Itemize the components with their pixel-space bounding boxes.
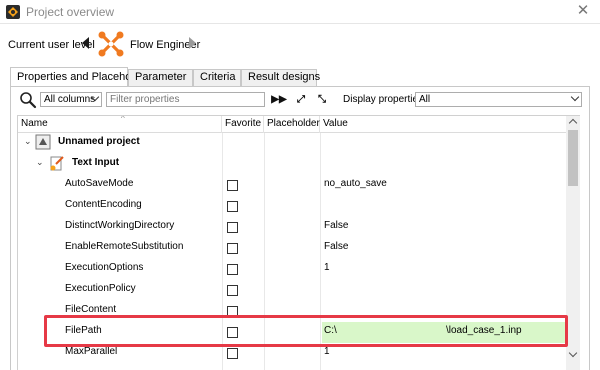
scrollbar-thumb[interactable] [568, 130, 578, 186]
chevron-down-icon[interactable]: ⌄ [36, 158, 44, 167]
project-icon [34, 133, 52, 151]
column-header-placeholder[interactable]: Placeholder [264, 116, 320, 133]
property-name: ContentEncoding [65, 199, 142, 210]
scroll-up-icon[interactable] [568, 118, 578, 128]
columns-select-value: All columns [44, 94, 96, 105]
tree-row-node[interactable]: ⌄ Text Input [18, 154, 567, 175]
close-button[interactable]: ✕ [574, 2, 592, 20]
favorite-checkbox[interactable] [227, 264, 238, 275]
favorite-checkbox[interactable] [227, 348, 238, 359]
property-name: AutoSaveMode [65, 178, 134, 189]
project-label: Unnamed project [58, 136, 140, 147]
chevron-down-icon[interactable]: ⌄ [24, 137, 32, 146]
text-input-node-icon [48, 154, 66, 172]
property-row[interactable]: ExecutionOptions 1 [18, 259, 567, 280]
tab-result-designs[interactable]: Result designs [241, 69, 320, 86]
columns-select[interactable]: All columns [40, 92, 102, 107]
window-title: Project overview [26, 5, 115, 19]
display-properties-value: All [419, 94, 431, 105]
user-level-bar: Current user level Flow Engineer [0, 25, 600, 63]
property-row[interactable]: AutoSaveMode no_auto_save [18, 175, 567, 196]
chevron-down-icon [570, 92, 580, 102]
collapse-all-icon[interactable]: ⤡ [314, 92, 330, 107]
property-value[interactable]: 1 [324, 346, 330, 357]
property-value[interactable]: no_auto_save [324, 178, 387, 189]
property-name: ExecutionOptions [65, 262, 144, 273]
scroll-down-icon[interactable] [568, 348, 578, 358]
app-logo-icon [6, 5, 20, 19]
favorite-checkbox[interactable] [227, 285, 238, 296]
previous-level-button[interactable] [82, 37, 89, 49]
grid-header: ^ Name Favorite Placeholder Value [18, 116, 567, 133]
column-header-value[interactable]: Value [320, 116, 567, 133]
filter-properties-input[interactable] [106, 92, 265, 107]
tab-properties-and-placeholders[interactable]: Properties and Placeholders [10, 67, 155, 87]
property-value[interactable]: 1 [324, 262, 330, 273]
property-name: FileContent [65, 304, 117, 315]
property-name: DistinctWorkingDirectory [65, 220, 175, 231]
next-level-button[interactable] [189, 37, 196, 49]
wrench-cross-icon [96, 29, 126, 59]
column-header-name[interactable]: Name [18, 116, 222, 133]
favorite-checkbox[interactable] [227, 243, 238, 254]
expand-button[interactable]: ▶▶ [271, 92, 287, 107]
property-row[interactable]: ExecutionPolicy [18, 280, 567, 301]
property-row[interactable]: DistinctWorkingDirectory False [18, 217, 567, 238]
vertical-scrollbar[interactable] [566, 116, 580, 370]
search-icon [19, 91, 37, 109]
property-value[interactable]: False [324, 220, 348, 231]
display-properties-select[interactable]: All [415, 92, 582, 107]
title-bar: Project overview ✕ [0, 0, 600, 24]
display-properties-label: Display properties: [343, 94, 426, 105]
node-label: Text Input [72, 157, 120, 168]
tab-criteria[interactable]: Criteria [193, 69, 241, 86]
annotation-highlight-box [44, 315, 568, 347]
property-row[interactable]: EnableRemoteSubstitution False [18, 238, 567, 259]
favorite-checkbox[interactable] [227, 180, 238, 191]
property-value[interactable]: False [324, 241, 348, 252]
favorite-checkbox[interactable] [227, 201, 238, 212]
property-name: EnableRemoteSubstitution [65, 241, 184, 252]
favorite-checkbox[interactable] [227, 222, 238, 233]
property-name: ExecutionPolicy [65, 283, 136, 294]
expand-all-icon[interactable]: ⤢ [293, 92, 309, 107]
property-name: MaxParallel [65, 346, 118, 357]
tree-row-project[interactable]: ⌄ Unnamed project [18, 133, 567, 154]
column-header-favorite[interactable]: Favorite [222, 116, 264, 133]
tab-parameter[interactable]: Parameter [128, 69, 193, 86]
property-row[interactable]: ContentEncoding [18, 196, 567, 217]
